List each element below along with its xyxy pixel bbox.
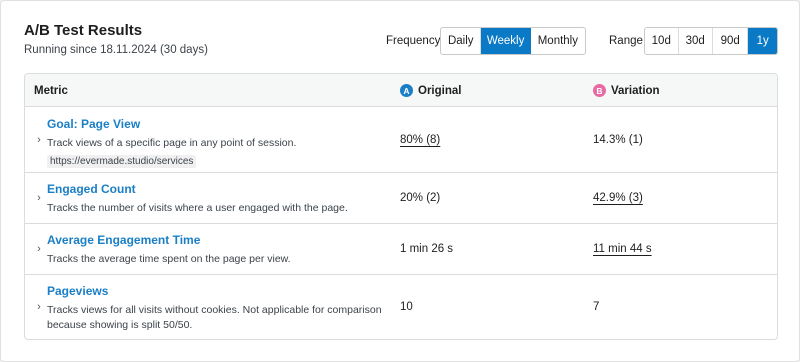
- page-title: A/B Test Results: [24, 22, 143, 39]
- frequency-monthly-button[interactable]: Monthly: [531, 28, 585, 54]
- frequency-weekly-button[interactable]: Weekly: [481, 28, 531, 54]
- range-1y-button[interactable]: 1y: [748, 28, 777, 54]
- metric-cell: Average Engagement Time Tracks the avera…: [47, 233, 387, 267]
- table-header: Metric A Original B Variation: [25, 74, 777, 107]
- column-header-variation-label: Variation: [611, 84, 660, 97]
- range-10d-button[interactable]: 10d: [645, 28, 679, 54]
- metric-cell: Pageviews Tracks views for all visits wi…: [47, 284, 387, 333]
- original-value: 80% (8): [400, 134, 441, 146]
- original-value: 10: [400, 301, 413, 313]
- metric-cell: Engaged Count Tracks the number of visit…: [47, 182, 387, 216]
- range-30d-button[interactable]: 30d: [679, 28, 713, 54]
- table-row[interactable]: › Engaged Count Tracks the number of vis…: [25, 173, 777, 224]
- column-header-original-label: Original: [418, 84, 462, 97]
- metric-description: Tracks the average time spent on the pag…: [47, 253, 291, 265]
- variation-value: 11 min 44 s: [593, 243, 652, 255]
- variation-badge: B: [593, 84, 606, 97]
- table-row[interactable]: › Goal: Page View Track views of a speci…: [25, 107, 777, 173]
- metric-description: Track views of a specific page in any po…: [47, 137, 297, 149]
- ab-test-results-panel: A/B Test Results Running since 18.11.202…: [0, 0, 800, 362]
- chevron-right-icon[interactable]: ›: [34, 134, 44, 146]
- range-90d-button[interactable]: 90d: [713, 28, 749, 54]
- metric-url: https://evermade.studio/services: [47, 155, 197, 168]
- running-since-text: Running since 18.11.2024 (30 days): [24, 44, 208, 56]
- table-row[interactable]: › Pageviews Tracks views for all visits …: [25, 275, 777, 339]
- metric-title-link[interactable]: Pageviews: [47, 284, 387, 299]
- original-badge: A: [400, 84, 413, 97]
- metric-description: Tracks the number of visits where a user…: [47, 202, 348, 214]
- metric-title-link[interactable]: Average Engagement Time: [47, 233, 387, 248]
- original-value: 1 min 26 s: [400, 243, 454, 255]
- column-header-metric: Metric: [34, 84, 68, 97]
- column-header-variation: B Variation: [593, 74, 660, 107]
- range-label: Range: [609, 35, 643, 47]
- metric-description: Tracks views for all visits without cook…: [47, 304, 382, 331]
- frequency-daily-button[interactable]: Daily: [441, 28, 482, 54]
- metric-title-link[interactable]: Goal: Page View: [47, 117, 387, 132]
- chevron-right-icon[interactable]: ›: [34, 192, 44, 204]
- column-header-original: A Original: [400, 74, 461, 107]
- metric-cell: Goal: Page View Track views of a specifi…: [47, 117, 387, 169]
- variation-value: 7: [593, 301, 600, 313]
- variation-value: 14.3% (1): [593, 134, 643, 146]
- variation-value: 42.9% (3): [593, 192, 643, 204]
- metric-title-link[interactable]: Engaged Count: [47, 182, 387, 197]
- frequency-label: Frequency: [386, 35, 441, 47]
- frequency-selector: Daily Weekly Monthly: [440, 27, 586, 55]
- original-value: 20% (2): [400, 192, 441, 204]
- results-table: Metric A Original B Variation › Goal: Pa…: [24, 73, 778, 340]
- range-selector: 10d 30d 90d 1y: [644, 27, 778, 55]
- chevron-right-icon[interactable]: ›: [34, 301, 44, 313]
- table-row[interactable]: › Average Engagement Time Tracks the ave…: [25, 224, 777, 275]
- chevron-right-icon[interactable]: ›: [34, 243, 44, 255]
